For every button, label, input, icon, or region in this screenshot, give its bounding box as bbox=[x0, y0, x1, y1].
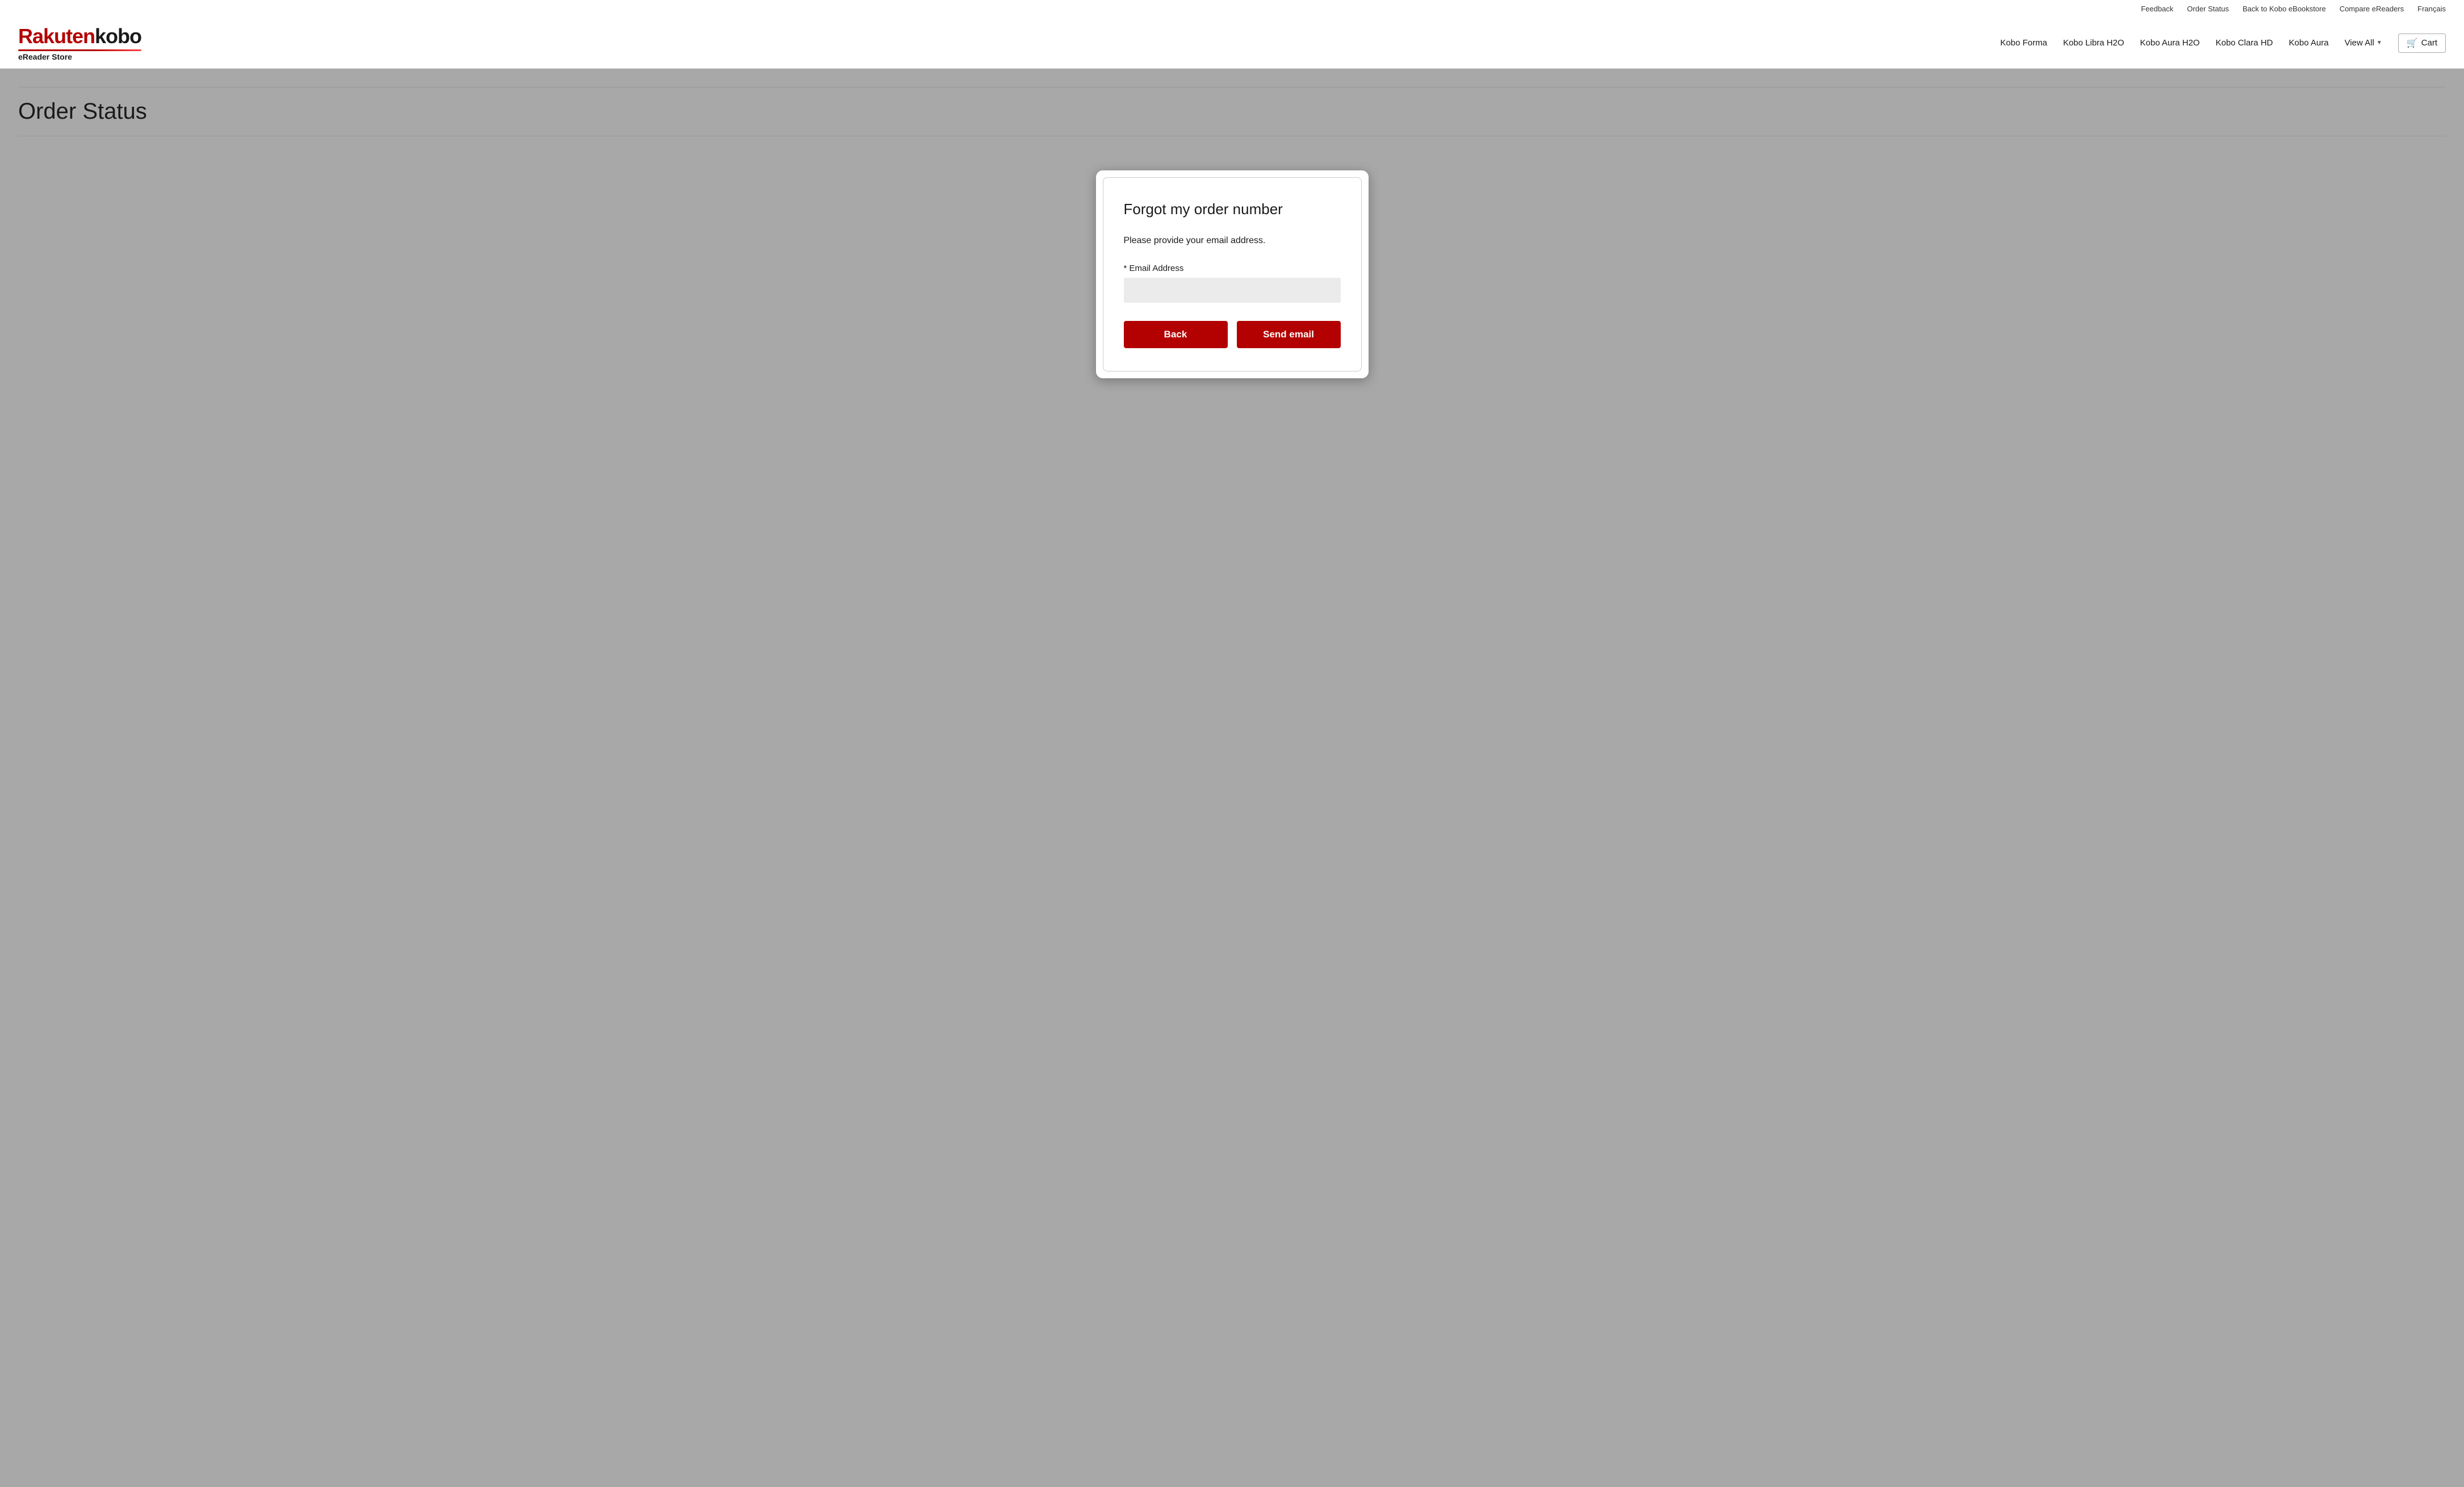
cart-button[interactable]: 🛒 Cart bbox=[2398, 34, 2446, 53]
logo-text: Rakuten kobo bbox=[18, 24, 141, 48]
nav-kobo-clara-hd[interactable]: Kobo Clara HD bbox=[2216, 38, 2273, 48]
logo-underline bbox=[18, 49, 141, 51]
cart-icon: 🛒 bbox=[2407, 37, 2418, 49]
logo-kobo: kobo bbox=[95, 24, 141, 48]
modal-outer: Forgot my order number Please provide yo… bbox=[1096, 170, 1369, 378]
back-button[interactable]: Back bbox=[1124, 321, 1228, 348]
view-all-label: View All bbox=[2345, 38, 2374, 48]
header: Rakuten kobo eReader Store Kobo Forma Ko… bbox=[0, 18, 2464, 69]
top-bar: Feedback Order Status Back to Kobo eBook… bbox=[0, 0, 2464, 18]
nav-kobo-aura[interactable]: Kobo Aura bbox=[2289, 38, 2329, 48]
logo[interactable]: Rakuten kobo eReader Store bbox=[18, 18, 141, 68]
chevron-down-icon: ▼ bbox=[2377, 40, 2382, 46]
send-email-button[interactable]: Send email bbox=[1237, 321, 1341, 348]
logo-subtitle: eReader Store bbox=[18, 52, 141, 61]
back-to-kobo-link[interactable]: Back to Kobo eBookstore bbox=[2243, 5, 2326, 13]
email-form-group: * Email Address bbox=[1124, 264, 1341, 303]
modal-description: Please provide your email address. bbox=[1124, 234, 1341, 248]
order-status-link[interactable]: Order Status bbox=[2187, 5, 2229, 13]
modal-title: Forgot my order number bbox=[1124, 201, 1341, 218]
page-content: Order Status Forgot my order number Plea… bbox=[0, 69, 2464, 1482]
view-all-button[interactable]: View All ▼ bbox=[2345, 38, 2382, 48]
modal-area: Forgot my order number Please provide yo… bbox=[18, 159, 2446, 378]
nav-kobo-libra-h2o[interactable]: Kobo Libra H2O bbox=[2063, 38, 2124, 48]
email-label: * Email Address bbox=[1124, 264, 1341, 273]
logo-rakuten: Rakuten bbox=[18, 24, 95, 48]
feedback-link[interactable]: Feedback bbox=[2141, 5, 2173, 13]
compare-ereaders-link[interactable]: Compare eReaders bbox=[2340, 5, 2404, 13]
modal-inner: Forgot my order number Please provide yo… bbox=[1103, 177, 1362, 371]
page-title: Order Status bbox=[18, 99, 2446, 124]
modal-buttons: Back Send email bbox=[1124, 321, 1341, 348]
cart-label: Cart bbox=[2421, 38, 2437, 48]
email-input[interactable] bbox=[1124, 278, 1341, 303]
nav-kobo-forma[interactable]: Kobo Forma bbox=[2000, 38, 2047, 48]
main-nav: Kobo Forma Kobo Libra H2O Kobo Aura H2O … bbox=[2000, 34, 2446, 53]
language-link[interactable]: Français bbox=[2417, 5, 2446, 13]
nav-kobo-aura-h2o[interactable]: Kobo Aura H2O bbox=[2140, 38, 2200, 48]
